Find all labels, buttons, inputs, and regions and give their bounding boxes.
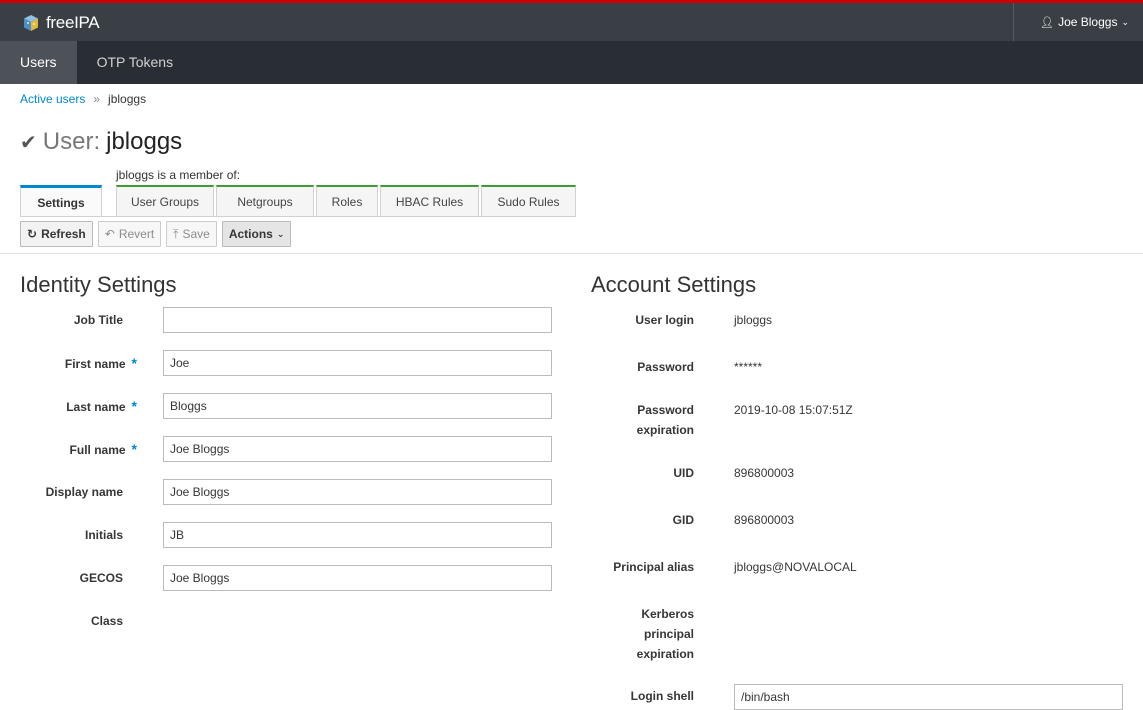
required-indicator: * xyxy=(131,441,137,457)
tab-roles[interactable]: Roles xyxy=(316,185,378,217)
label-text: Display name xyxy=(45,485,123,499)
page-title-label: User: xyxy=(42,128,101,155)
label-gid: GID xyxy=(672,513,694,527)
required-indicator: * xyxy=(131,355,137,371)
label-text: Class xyxy=(90,614,123,628)
account-settings-title: Account Settings xyxy=(591,272,757,297)
save-button-label: Save xyxy=(182,227,210,241)
label-class: Class xyxy=(20,611,123,631)
user-menu-label: Joe Bloggs xyxy=(1058,15,1118,29)
label-password: Password xyxy=(637,360,694,374)
breadcrumb: Active users » jbloggs xyxy=(20,92,146,106)
brand-name: freeIPA xyxy=(46,13,100,32)
check-icon: ✔ xyxy=(20,131,37,154)
brand[interactable]: freeIPA xyxy=(22,12,100,34)
password-value: ****** xyxy=(734,360,763,374)
top-bar: freeIPA 👤︎ Joe Bloggs ⌄ xyxy=(0,0,1143,41)
refresh-icon: ↻ xyxy=(27,227,38,241)
tab-sudo-rules[interactable]: Sudo Rules xyxy=(481,185,576,217)
label-user-login: User login xyxy=(635,313,694,327)
tab-underline xyxy=(20,216,576,217)
label-principal-alias: Principal alias xyxy=(613,560,694,574)
label-text: GECOS xyxy=(79,571,123,585)
label-gecos: GECOS xyxy=(20,568,123,588)
job-title-input[interactable] xyxy=(163,307,552,333)
login-shell-input[interactable]: /bin/bash xyxy=(734,684,1123,710)
required-indicator: * xyxy=(131,398,137,414)
chevron-down-icon: ⌄ xyxy=(276,228,285,239)
full-name-input[interactable]: Joe Bloggs xyxy=(163,436,552,462)
user-login-value: jbloggs xyxy=(734,313,773,327)
undo-icon: ↶ xyxy=(104,227,115,241)
label-text: Last name xyxy=(66,400,126,414)
label-first-name: First name * xyxy=(20,353,137,374)
upload-icon: ⤒ xyxy=(173,226,179,241)
initials-input[interactable]: JB xyxy=(163,522,552,548)
breadcrumb-separator: » xyxy=(93,92,101,106)
facet-toolbar: ↻ Refresh ↶ Revert ⤒ Save Actions ⌄ xyxy=(20,221,292,247)
label-last-name: Last name * xyxy=(20,396,137,417)
label-uid: UID xyxy=(673,466,694,480)
label-login-shell: Login shell xyxy=(630,689,694,703)
label-text: First name xyxy=(64,357,126,371)
nav-item-users[interactable]: Users xyxy=(0,41,77,84)
nav-item-otp-tokens[interactable]: OTP Tokens xyxy=(77,41,194,84)
actions-label: Actions xyxy=(228,227,273,241)
principal-alias-value: jbloggs@NOVALOCAL xyxy=(734,560,857,574)
last-name-input[interactable]: Bloggs xyxy=(163,393,552,419)
password-expiration-value: 2019-10-08 15:07:51Z xyxy=(734,403,853,417)
gecos-input[interactable]: Joe Bloggs xyxy=(163,565,552,591)
tab-netgroups[interactable]: Netgroups xyxy=(216,185,314,217)
freeipa-logo-icon xyxy=(24,15,38,31)
breadcrumb-active-users[interactable]: Active users xyxy=(20,92,85,106)
user-icon: 👤︎ xyxy=(1040,16,1055,29)
main-nav: Users OTP Tokens xyxy=(0,41,1143,84)
label-display-name: Display name xyxy=(20,482,123,502)
revert-button[interactable]: ↶ Revert xyxy=(97,221,162,247)
display-name-input[interactable]: Joe Bloggs xyxy=(163,479,552,505)
label-kerberos-principal-expiration: Kerberos principal expiration xyxy=(636,607,694,661)
label-job-title: Job Title xyxy=(20,310,123,330)
identity-settings-title: Identity Settings xyxy=(20,272,177,297)
tab-user-groups[interactable]: User Groups xyxy=(116,185,214,217)
user-menu[interactable]: 👤︎ Joe Bloggs ⌄ xyxy=(1013,3,1143,41)
first-name-input[interactable]: Joe xyxy=(163,350,552,376)
label-password-expiration: Password expiration xyxy=(636,403,694,437)
toolbar-divider xyxy=(0,253,1143,254)
refresh-button[interactable]: ↻ Refresh xyxy=(20,221,93,247)
label-full-name: Full name * xyxy=(20,439,137,460)
page-title: ✔ User: jbloggs xyxy=(20,128,182,156)
breadcrumb-current: jbloggs xyxy=(108,92,147,106)
chevron-down-icon: ⌄ xyxy=(1121,16,1129,27)
label-text: Job Title xyxy=(73,313,123,327)
save-button[interactable]: ⤒ Save xyxy=(166,221,217,247)
page-title-name: jbloggs xyxy=(106,128,183,155)
member-of-label: jbloggs is a member of: xyxy=(116,168,241,182)
label-text: Full name xyxy=(69,443,126,457)
refresh-button-label: Refresh xyxy=(41,227,86,241)
label-initials: Initials xyxy=(20,525,123,545)
tab-hbac-rules[interactable]: HBAC Rules xyxy=(380,185,479,217)
gid-value: 896800003 xyxy=(734,513,795,527)
revert-button-label: Revert xyxy=(118,227,155,241)
uid-value: 896800003 xyxy=(734,466,795,480)
label-text: Initials xyxy=(84,528,123,542)
actions-dropdown[interactable]: Actions ⌄ xyxy=(221,221,292,247)
tab-settings[interactable]: Settings xyxy=(20,185,102,217)
